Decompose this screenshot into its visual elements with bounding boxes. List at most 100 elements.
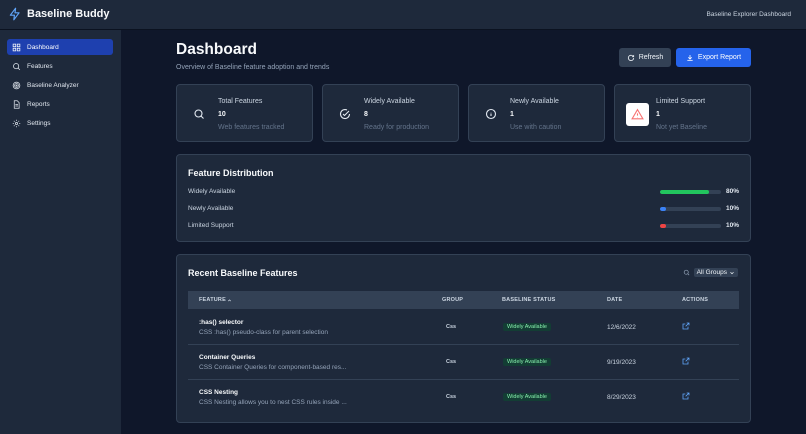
stat-desc: Web features tracked bbox=[218, 124, 285, 131]
stat-card-limited-support: Limited Support 1 Not yet Baseline bbox=[614, 84, 751, 142]
app-name: Baseline Buddy bbox=[27, 8, 110, 20]
distribution-bar-fill bbox=[660, 207, 667, 211]
distribution-label: Newly Available bbox=[188, 205, 234, 212]
warning-icon-box bbox=[626, 103, 649, 126]
stat-desc: Use with caution bbox=[510, 124, 562, 131]
distribution-bar-track bbox=[660, 207, 721, 211]
page-subtitle: Overview of Baseline feature adoption an… bbox=[176, 64, 330, 71]
feature-desc: CSS Container Queries for component-base… bbox=[199, 364, 347, 371]
sidebar-item-reports[interactable]: Reports bbox=[7, 96, 113, 112]
stat-card-newly-available: Newly Available 1 Use with caution bbox=[468, 84, 605, 142]
warning-icon bbox=[631, 108, 644, 120]
stat-label: Limited Support bbox=[656, 98, 706, 105]
distribution-bar-track bbox=[660, 224, 721, 228]
brand[interactable]: Baseline Buddy bbox=[8, 7, 110, 21]
external-link-icon[interactable] bbox=[682, 392, 690, 400]
target-icon bbox=[12, 81, 21, 89]
dashboard-icon bbox=[12, 43, 21, 51]
column-header-date: DATE bbox=[607, 297, 623, 303]
check-circle-icon bbox=[340, 109, 351, 120]
feature-name: :has() selector bbox=[199, 319, 244, 326]
external-link-icon[interactable] bbox=[682, 322, 690, 330]
sidebar-item-label: Dashboard bbox=[27, 43, 59, 51]
main-content: Dashboard Overview of Baseline feature a… bbox=[121, 30, 806, 434]
group-filter: All Groups bbox=[683, 268, 738, 277]
gear-icon bbox=[12, 119, 21, 127]
info-icon bbox=[485, 108, 497, 120]
stat-value: 10 bbox=[218, 111, 226, 118]
feature-group: Css bbox=[446, 394, 457, 400]
stat-label: Newly Available bbox=[510, 98, 559, 105]
distribution-percent: 80% bbox=[726, 188, 740, 195]
stat-value: 8 bbox=[364, 111, 368, 118]
stat-desc: Ready for production bbox=[364, 124, 429, 131]
column-header-label: FEATURE bbox=[199, 297, 226, 303]
feature-desc: CSS :has() pseudo-class for parent selec… bbox=[199, 329, 328, 336]
distribution-label: Widely Available bbox=[188, 188, 236, 195]
status-badge: Widely Available bbox=[503, 358, 551, 366]
sidebar-item-baseline-analyzer[interactable]: Baseline Analyzer bbox=[7, 77, 113, 93]
search-icon bbox=[683, 269, 690, 276]
feature-name: CSS Nesting bbox=[199, 389, 239, 396]
sidebar-item-settings[interactable]: Settings bbox=[7, 115, 113, 131]
column-header-actions: ACTIONS bbox=[682, 297, 709, 303]
feature-desc: CSS Nesting allows you to nest CSS rules… bbox=[199, 399, 347, 406]
distribution-label: Limited Support bbox=[188, 222, 234, 229]
sidebar-item-label: Settings bbox=[27, 119, 51, 127]
recent-features-panel: Recent Baseline Features All Groups FEAT… bbox=[176, 254, 751, 423]
feature-date: 9/19/2023 bbox=[607, 359, 636, 366]
feature-group: Css bbox=[446, 324, 457, 330]
feature-group: Css bbox=[446, 359, 457, 365]
distribution-percent: 10% bbox=[726, 222, 740, 229]
chevron-up-icon bbox=[227, 298, 231, 301]
recent-title: Recent Baseline Features bbox=[188, 268, 298, 278]
sidebar: Dashboard Features Baseline Analyzer Rep… bbox=[0, 30, 121, 434]
top-bar: Baseline Buddy Baseline Explorer Dashboa… bbox=[0, 0, 806, 30]
document-icon bbox=[13, 99, 20, 109]
sidebar-item-features[interactable]: Features bbox=[7, 58, 113, 74]
table-row[interactable]: CSS Nesting CSS Nesting allows you to ne… bbox=[188, 380, 739, 415]
refresh-button[interactable]: Refresh bbox=[619, 48, 671, 67]
lightning-icon bbox=[9, 7, 20, 21]
feature-date: 12/6/2022 bbox=[607, 324, 636, 331]
column-header-feature[interactable]: FEATURE bbox=[199, 297, 232, 303]
distribution-percent: 10% bbox=[726, 205, 740, 212]
stat-label: Widely Available bbox=[364, 98, 415, 105]
table-row[interactable]: Container Queries CSS Container Queries … bbox=[188, 345, 739, 380]
stat-label: Total Features bbox=[218, 98, 263, 105]
stat-desc: Not yet Baseline bbox=[656, 124, 707, 131]
distribution-title: Feature Distribution bbox=[188, 168, 274, 178]
sidebar-item-label: Baseline Analyzer bbox=[27, 81, 79, 89]
group-select-value: All Groups bbox=[696, 269, 727, 276]
status-badge: Widely Available bbox=[503, 323, 551, 331]
distribution-bar-fill bbox=[660, 190, 709, 194]
search-icon bbox=[13, 62, 21, 70]
table-header: FEATURE GROUP BASELINE STATUS DATE ACTIO… bbox=[188, 291, 739, 309]
sidebar-item-label: Reports bbox=[27, 100, 50, 108]
stat-value: 1 bbox=[656, 111, 660, 118]
feature-date: 8/29/2023 bbox=[607, 394, 636, 401]
sidebar-item-dashboard[interactable]: Dashboard bbox=[7, 39, 113, 55]
page-title: Dashboard bbox=[176, 41, 257, 58]
column-header-group: GROUP bbox=[442, 297, 464, 303]
header-title: Baseline Explorer Dashboard bbox=[706, 11, 791, 18]
column-header-status: BASELINE STATUS bbox=[502, 297, 556, 303]
distribution-bar-track bbox=[660, 190, 721, 194]
refresh-icon bbox=[627, 54, 634, 61]
stat-value: 1 bbox=[510, 111, 514, 118]
distribution-bar-fill bbox=[660, 224, 667, 228]
feature-name: Container Queries bbox=[199, 354, 256, 361]
group-select[interactable]: All Groups bbox=[693, 268, 738, 277]
stat-card-total-features: Total Features 10 Web features tracked bbox=[176, 84, 313, 142]
external-link-icon[interactable] bbox=[682, 357, 690, 365]
download-icon bbox=[687, 54, 693, 61]
status-badge: Widely Available bbox=[503, 393, 551, 401]
table-row[interactable]: :has() selector CSS :has() pseudo-class … bbox=[188, 310, 739, 345]
export-button-label: Export Report bbox=[697, 54, 742, 61]
stat-card-widely-available: Widely Available 8 Ready for production bbox=[322, 84, 459, 142]
refresh-button-label: Refresh bbox=[638, 54, 664, 61]
search-icon bbox=[194, 109, 204, 119]
export-report-button[interactable]: Export Report bbox=[676, 48, 751, 67]
feature-distribution-panel: Feature Distribution Widely Available 80… bbox=[176, 154, 751, 242]
sidebar-item-label: Features bbox=[27, 62, 53, 70]
